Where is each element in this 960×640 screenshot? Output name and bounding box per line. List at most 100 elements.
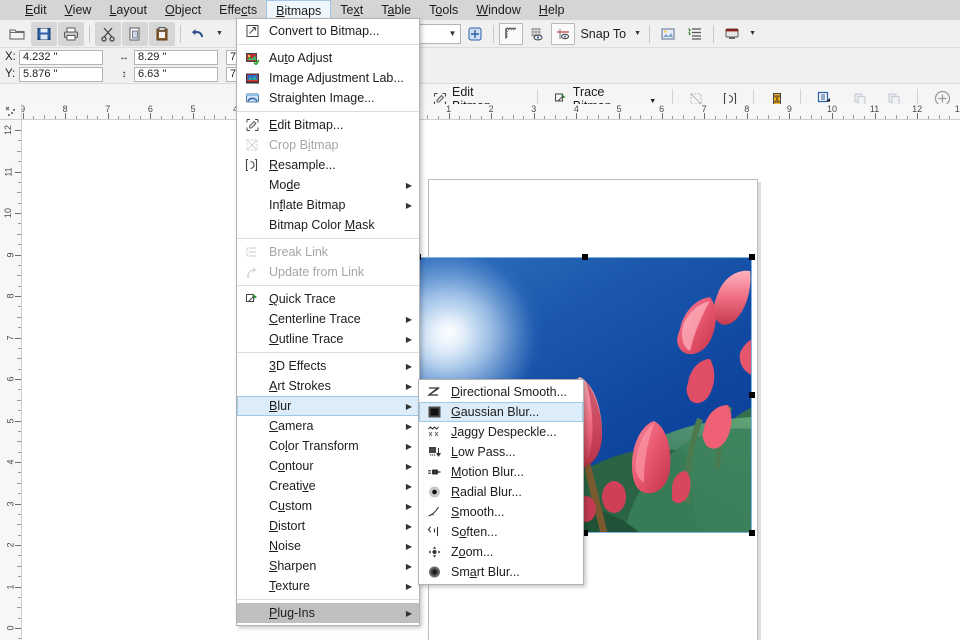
menu-item-custom[interactable]: Custom▶ <box>237 496 419 516</box>
selection-handle-bottom-right[interactable] <box>749 530 755 536</box>
width-icon: ↔ <box>117 52 131 63</box>
smooth-icon <box>421 503 447 521</box>
submenu-item-motion-blur[interactable]: Motion Blur... <box>419 462 583 482</box>
menu-tools[interactable]: Tools <box>420 0 467 20</box>
submenu-item-gaussian-blur[interactable]: Gaussian Blur... <box>419 402 583 422</box>
menu-item-color-transform[interactable]: Color Transform▶ <box>237 436 419 456</box>
menu-item-quick-trace[interactable]: Quick Trace <box>237 289 419 309</box>
selection-handle-top-center[interactable] <box>582 254 588 260</box>
undo-button[interactable] <box>186 22 212 46</box>
ruler-tick-minor <box>555 115 556 119</box>
menu-item-centerline-trace[interactable]: Centerline Trace▶ <box>237 309 419 329</box>
snap-to-label[interactable]: Snap To <box>576 27 630 41</box>
menu-label: Effects <box>219 3 257 17</box>
height-field[interactable]: 6.63 " <box>134 67 218 82</box>
menu-icon-placeholder <box>239 477 265 495</box>
show-rulers-button[interactable] <box>499 23 523 45</box>
menu-item-label: Mode <box>265 178 401 192</box>
menu-object[interactable]: Object <box>156 0 210 20</box>
object-manager-button[interactable] <box>682 22 708 46</box>
menu-item-3d-effects[interactable]: 3D Effects▶ <box>237 356 419 376</box>
ruler-tick-label: 8 <box>63 104 68 114</box>
menu-icon-placeholder <box>239 417 265 435</box>
submenu-item-directional-smooth[interactable]: Directional Smooth... <box>419 382 583 402</box>
menu-text[interactable]: Text <box>331 0 372 20</box>
ruler-tick-major <box>15 379 21 380</box>
copy-button[interactable] <box>122 22 148 46</box>
menu-item-edit-bitmap[interactable]: Edit Bitmap... <box>237 115 419 135</box>
submenu-item-smart-blur[interactable]: Smart Blur... <box>419 562 583 582</box>
save-button[interactable] <box>31 22 57 46</box>
menu-edit[interactable]: Edit <box>16 0 56 20</box>
submenu-item-soften[interactable]: Soften... <box>419 522 583 542</box>
menu-item-camera[interactable]: Camera▶ <box>237 416 419 436</box>
horizontal-ruler[interactable]: 987654321012345678910111213 <box>22 104 960 120</box>
ruler-tick-minor <box>17 275 21 276</box>
menu-table[interactable]: Table <box>372 0 420 20</box>
show-grid-button[interactable] <box>524 22 550 46</box>
x-position-field[interactable]: 4.232 " <box>19 50 103 65</box>
print-button[interactable] <box>58 22 84 46</box>
snap-to-caret[interactable]: ▼ <box>631 30 644 37</box>
menu-layout[interactable]: Layout <box>100 0 156 20</box>
menu-item-straighten-image[interactable]: Straighten Image... <box>237 88 419 108</box>
width-field[interactable]: 8.29 " <box>134 50 218 65</box>
menu-item-inflate-bitmap[interactable]: Inflate Bitmap▶ <box>237 195 419 215</box>
menu-item-convert-to-bitmap[interactable]: Convert to Bitmap... <box>237 21 419 41</box>
directional-smooth-icon <box>421 383 447 401</box>
menu-item-label: Straighten Image... <box>265 91 401 105</box>
cut-button[interactable] <box>95 22 121 46</box>
application-launcher-caret[interactable]: ▼ <box>746 30 759 37</box>
menu-item-label: Edit Bitmap... <box>265 118 401 132</box>
nudge-settings-button[interactable] <box>462 22 488 46</box>
ruler-tick-minor <box>87 115 88 119</box>
ruler-origin-button[interactable] <box>0 104 22 120</box>
edit-bitmap-icon <box>239 116 265 134</box>
menu-effects[interactable]: Effects <box>210 0 266 20</box>
vertical-ruler[interactable]: 1211109876543210 <box>0 120 22 640</box>
menu-item-sharpen[interactable]: Sharpen▶ <box>237 556 419 576</box>
menu-item-outline-trace[interactable]: Outline Trace▶ <box>237 329 419 349</box>
menu-item-mode[interactable]: Mode▶ <box>237 175 419 195</box>
menu-item-resample[interactable]: Resample... <box>237 155 419 175</box>
options-button[interactable] <box>655 22 681 46</box>
ruler-tick-label: 3 <box>5 501 15 506</box>
paste-button[interactable] <box>149 22 175 46</box>
menu-window[interactable]: Window <box>467 0 529 20</box>
application-launcher-button[interactable] <box>719 22 745 46</box>
menu-item-blur[interactable]: Blur▶ <box>237 396 419 416</box>
menu-item-image-adjustment-lab[interactable]: Image Adjustment Lab... <box>237 68 419 88</box>
menu-bitmaps[interactable]: Bitmaps <box>266 0 331 20</box>
ruler-tick-minor <box>17 483 21 484</box>
menu-item-creative[interactable]: Creative▶ <box>237 476 419 496</box>
menu-label: Table <box>381 3 411 17</box>
menu-item-plug-ins[interactable]: Plug-Ins▶ <box>237 603 419 623</box>
menu-item-contour[interactable]: Contour▶ <box>237 456 419 476</box>
selection-handle-middle-right[interactable] <box>749 392 755 398</box>
blur-submenu[interactable]: Directional Smooth...Gaussian Blur...Jag… <box>418 379 584 585</box>
menu-item-distort[interactable]: Distort▶ <box>237 516 419 536</box>
menu-item-art-strokes[interactable]: Art Strokes▶ <box>237 376 419 396</box>
ruler-tick-minor <box>140 116 141 119</box>
submenu-item-jaggy-despeckle[interactable]: Jaggy Despeckle... <box>419 422 583 442</box>
y-position-field[interactable]: 5.876 " <box>19 67 103 82</box>
open-button[interactable] <box>4 22 30 46</box>
show-guidelines-button[interactable] <box>551 23 575 45</box>
bitmaps-dropdown-menu[interactable]: Convert to Bitmap... Auto AdjustImage Adj… <box>236 18 420 626</box>
ruler-tick-minor <box>640 115 641 119</box>
undo-dropdown-caret[interactable]: ▼ <box>213 30 226 37</box>
selection-handle-top-right[interactable] <box>749 254 755 260</box>
submenu-item-zoom[interactable]: Zoom... <box>419 542 583 562</box>
submenu-arrow-icon: ▶ <box>401 382 417 391</box>
menu-view[interactable]: View <box>56 0 101 20</box>
menu-item-noise[interactable]: Noise▶ <box>237 536 419 556</box>
menu-item-auto-adjust[interactable]: Auto Adjust <box>237 48 419 68</box>
submenu-item-low-pass[interactable]: Low Pass... <box>419 442 583 462</box>
menu-item-bitmap-color-mask[interactable]: Bitmap Color Mask <box>237 215 419 235</box>
ruler-tick-label: 10 <box>3 208 13 218</box>
menu-help[interactable]: Help <box>530 0 574 20</box>
submenu-item-radial-blur[interactable]: Radial Blur... <box>419 482 583 502</box>
menu-item-texture[interactable]: Texture▶ <box>237 576 419 596</box>
submenu-item-smooth[interactable]: Smooth... <box>419 502 583 522</box>
menu-item-label: Resample... <box>265 158 401 172</box>
